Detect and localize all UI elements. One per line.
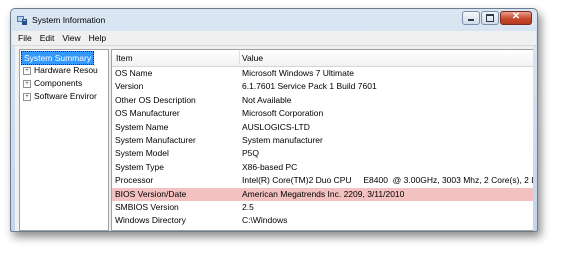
list-header: Item Value (112, 50, 533, 67)
cell-item: SMBIOS Version (115, 201, 179, 212)
table-row[interactable]: System Manufacturer System manufacturer (112, 134, 533, 147)
menu-view[interactable]: View (58, 31, 84, 45)
cell-value: Microsoft Windows 7 Ultimate (242, 68, 354, 78)
close-icon: ✕ (511, 11, 521, 22)
close-button[interactable]: ✕ (500, 11, 532, 25)
cell-value: American Megatrends Inc. 2209, 3/11/2010 (242, 188, 405, 199)
cell-value: System manufacturer (242, 134, 323, 145)
tree-item-components[interactable]: + Components (20, 78, 82, 90)
tree-item-software-environment[interactable]: + Software Enviror (20, 91, 97, 103)
window-controls: ✕ (461, 11, 532, 25)
window-title: System Information (32, 15, 106, 25)
table-row[interactable]: Windows Directory C:\Windows (112, 214, 533, 227)
minimize-button[interactable] (462, 11, 480, 25)
maximize-button[interactable] (481, 11, 499, 25)
menu-edit[interactable]: Edit (36, 31, 59, 45)
cell-value: P5Q (242, 148, 260, 159)
cell-value: X86-based PC (242, 161, 298, 172)
table-row[interactable]: Processor Intel(R) Core(TM)2 Duo CPU E840… (112, 174, 533, 187)
tree-item-label: Components (34, 78, 83, 88)
tree-item-label: Hardware Resou (34, 65, 98, 75)
table-row[interactable]: OS Name Microsoft Windows 7 Ultimate (112, 67, 533, 80)
main-content: System Summary + Hardware Resou + Componen… (15, 46, 533, 231)
list-rows: OS Name Microsoft Windows 7 Ultimate Vers… (112, 67, 533, 228)
cell-item: System Model (115, 148, 169, 159)
system-information-icon (17, 16, 27, 25)
column-header-item[interactable]: Item (116, 53, 133, 63)
table-row[interactable]: System Model P5Q (112, 147, 533, 160)
menu-file[interactable]: File (14, 31, 36, 45)
cell-item: System Type (115, 161, 164, 172)
table-row[interactable]: System Name AUSLOGICS-LTD (112, 121, 533, 134)
tree-item-label: Software Enviror (34, 91, 97, 101)
cell-item: Version (115, 81, 144, 92)
cell-item: BIOS Version/Date (115, 188, 187, 199)
table-row[interactable]: System Type X86-based PC (112, 161, 533, 174)
plus-box-icon[interactable]: + (23, 92, 31, 101)
table-row-highlighted[interactable]: BIOS Version/Date American Megatrends Inc… (112, 187, 533, 201)
title-bar[interactable]: System Information ✕ (11, 9, 537, 31)
cell-item: Processor (115, 175, 154, 186)
tree-item-hardware-resources[interactable]: + Hardware Resou (20, 65, 98, 77)
details-list: Item Value OS Name Microsoft Windows 7 Ul… (111, 49, 533, 231)
table-row[interactable]: OS Manufacturer Microsoft Corporation (112, 107, 533, 120)
plus-box-icon[interactable]: + (23, 79, 31, 88)
maximize-icon (486, 14, 494, 22)
table-row[interactable]: Version 6.1.7601 Service Pack 1 Build 760… (112, 80, 533, 93)
plus-box-icon[interactable]: + (23, 66, 31, 75)
table-row[interactable]: SMBIOS Version 2.5 (112, 201, 533, 214)
cell-item: Windows Directory (115, 215, 186, 226)
minimize-icon (468, 19, 474, 21)
cell-value: C:\Windows (242, 215, 288, 226)
menu-help[interactable]: Help (85, 31, 110, 45)
category-tree: System Summary + Hardware Resou + Componen… (19, 49, 109, 231)
menu-bar: File Edit View Help (12, 31, 536, 46)
table-row[interactable]: Other OS Description Not Available (112, 94, 533, 107)
tree-item-system-summary[interactable]: System Summary (21, 51, 95, 65)
column-divider[interactable] (239, 51, 240, 65)
cell-value: 2.5 (242, 201, 254, 212)
cell-value: Intel(R) Core(TM)2 Duo CPU E8400 @ 3.00G… (242, 175, 533, 186)
cell-value: AUSLOGICS-LTD (242, 121, 310, 132)
cell-item: System Manufacturer (115, 134, 196, 145)
cell-item: OS Manufacturer (115, 108, 180, 119)
cell-value: 6.1.7601 Service Pack 1 Build 7601 (242, 81, 377, 92)
cell-item: Other OS Description (115, 94, 196, 105)
cell-value: Not Available (242, 94, 292, 105)
cell-item: OS Name (115, 68, 153, 78)
system-information-window: System Information ✕ File Edit View Help… (10, 8, 538, 232)
cell-value: Microsoft Corporation (242, 108, 324, 119)
column-header-value[interactable]: Value (242, 53, 263, 63)
cell-item: System Name (115, 121, 169, 132)
